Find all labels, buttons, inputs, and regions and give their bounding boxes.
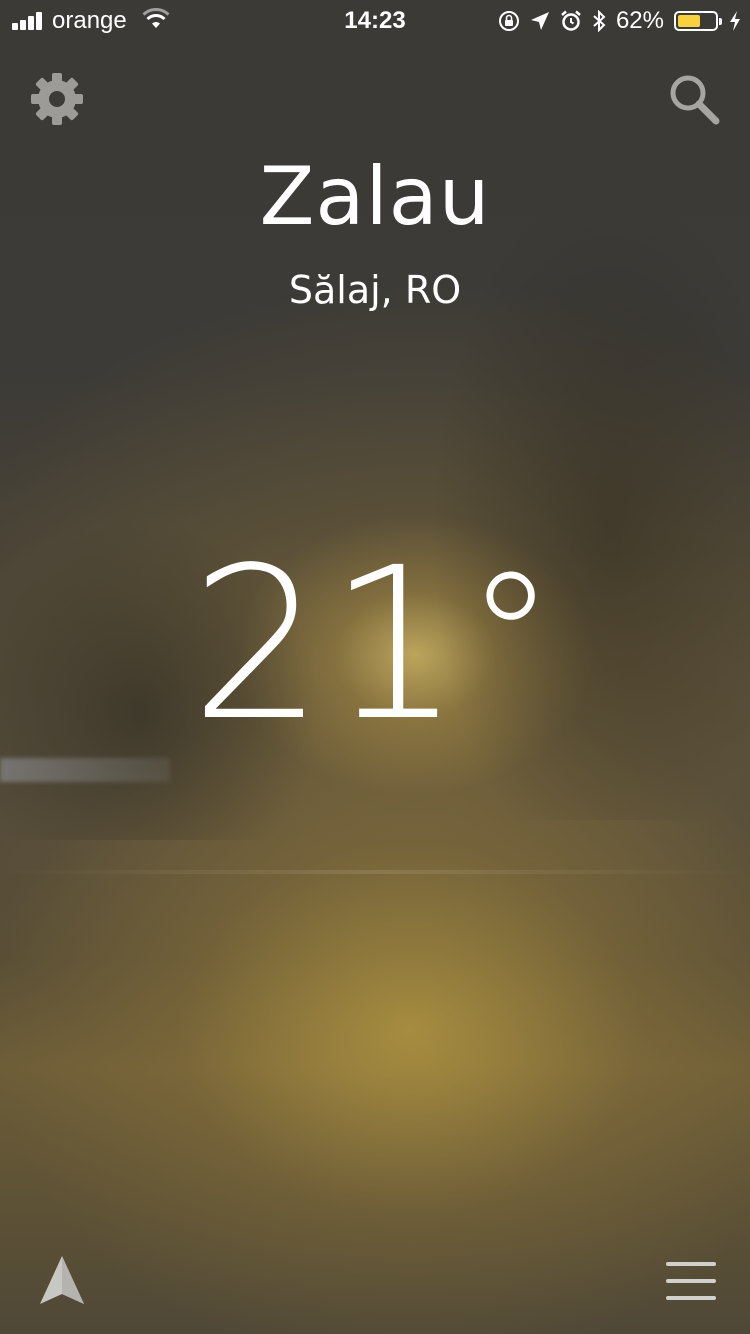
gear-icon: [31, 73, 83, 125]
weather-screen: orange 14:23 62% Zalau Sălaj, RO 21°: [0, 0, 750, 1334]
location-arrow-icon: [530, 12, 549, 30]
background-road-line: [0, 870, 750, 874]
rotation-lock-icon: [498, 11, 519, 31]
bluetooth-icon: [593, 10, 606, 32]
degree-symbol: °: [465, 535, 560, 744]
menu-button[interactable]: [662, 1256, 720, 1306]
search-icon: [670, 75, 720, 125]
region-name: Sălaj, RO: [288, 268, 462, 312]
charging-icon: [730, 11, 740, 31]
hamburger-menu-icon: [666, 1262, 716, 1300]
status-right-group: 62%: [498, 7, 742, 35]
navigation-arrow-icon: [40, 1256, 84, 1304]
search-button[interactable]: [664, 70, 722, 128]
status-bar: orange 14:23 62%: [0, 0, 750, 40]
current-location-button[interactable]: [38, 1254, 86, 1308]
battery-icon: [674, 11, 722, 31]
battery-tip: [719, 18, 722, 25]
temperature-display: 21°: [0, 540, 750, 750]
battery-percent: 62%: [615, 7, 664, 34]
temperature-value: 21: [190, 522, 466, 767]
alarm-icon: [561, 10, 581, 31]
background-shop-lights: [0, 758, 170, 782]
battery-fill: [678, 15, 701, 27]
city-name: Zalau: [259, 150, 491, 243]
settings-button[interactable]: [28, 70, 86, 128]
